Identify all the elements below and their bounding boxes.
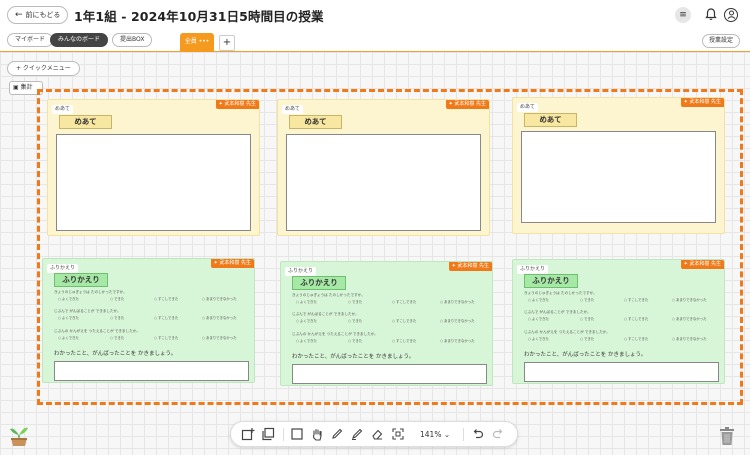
review-card[interactable]: ふりかえり ✦ 武本和樹 先生 ふりかえり きょうのじゅぎょうは たのしかったで… xyxy=(512,259,725,384)
tab-all-members[interactable]: 全員 ••• xyxy=(180,33,214,52)
question-2: じぶんで がんばることが できましたか。 xyxy=(292,312,359,316)
goal-card[interactable]: めあて ✦ 武本和樹 先生 めあて xyxy=(512,97,725,234)
writing-prompt: わかったこと、がんばったことを かきましょう。 xyxy=(524,352,647,358)
question-1: きょうのじゅぎょうは たのしかったですか。 xyxy=(292,293,365,297)
question-1: きょうのじゅぎょうは たのしかったですか。 xyxy=(54,290,127,294)
chevron-down-icon: ⌄ xyxy=(443,430,451,439)
review-title: ふりかえり xyxy=(54,273,108,287)
pen-icon[interactable] xyxy=(330,427,344,441)
submit-box-button[interactable]: 提出BOX xyxy=(112,33,153,47)
select-icon[interactable] xyxy=(290,427,304,441)
my-board-button[interactable]: マイボード xyxy=(7,33,54,47)
class-settings-button[interactable]: 授業設定 xyxy=(702,34,741,48)
everyone-board-button[interactable]: みんなのボード xyxy=(50,33,109,47)
goal-writing-area[interactable] xyxy=(521,131,716,223)
question-3: じぶんの かんがえを つたえることが できましたか。 xyxy=(524,330,610,334)
review-card[interactable]: ふりかえり ✦ 武本和樹 先生 ふりかえり きょうのじゅぎょうは たのしかったで… xyxy=(42,258,255,383)
add-card-icon[interactable] xyxy=(241,427,255,441)
question-2: じぶんで がんばることが できましたか。 xyxy=(524,310,591,314)
goal-card[interactable]: めあて ✦ 武本和樹 先生 めあて xyxy=(277,99,490,236)
teacher-badge: ✦ 武本和樹 先生 xyxy=(448,262,492,271)
options-row[interactable]: よくできたできたすこしできたあまりできなかった xyxy=(524,317,719,322)
card-tag: ふりかえり xyxy=(517,265,549,274)
question-3: じぶんの かんがえを つたえることが できましたか。 xyxy=(54,329,140,333)
capture-icon[interactable] xyxy=(391,427,405,441)
question-3: じぶんの かんがえを つたえることが できましたか。 xyxy=(292,332,378,336)
goal-title: めあて xyxy=(59,115,112,129)
options-row[interactable]: よくできたできたすこしできたあまりできなかった xyxy=(54,297,249,302)
writing-prompt: わかったこと、がんばったことを かきましょう。 xyxy=(54,351,177,357)
options-row[interactable]: よくできたできたすこしできたあまりできなかった xyxy=(292,339,487,344)
card-tag: めあて xyxy=(282,105,303,114)
options-row[interactable]: よくできたできたすこしできたあまりできなかった xyxy=(292,319,487,324)
goal-writing-area[interactable] xyxy=(56,134,251,231)
card-tag: ふりかえり xyxy=(47,264,79,273)
teacher-badge: ✦ 武本和樹 先生 xyxy=(445,100,489,109)
answer-box[interactable] xyxy=(292,364,487,384)
options-row[interactable]: よくできたできたすこしできたあまりできなかった xyxy=(54,336,249,341)
teacher-badge: ✦ 武本和樹 先生 xyxy=(680,98,724,107)
quick-menu-button[interactable]: + クイックメニュー xyxy=(7,61,80,76)
board-tab-bar: マイボード みんなのボード 提出BOX 全員 ••• + 授業設定 xyxy=(0,30,750,52)
eraser-icon[interactable] xyxy=(370,427,384,441)
answer-box[interactable] xyxy=(524,362,719,382)
hand-icon[interactable] xyxy=(310,427,324,441)
undo-icon[interactable] xyxy=(471,427,485,441)
options-row[interactable]: よくできたできたすこしできたあまりできなかった xyxy=(54,316,249,321)
options-row[interactable]: よくできたできたすこしできたあまりできなかった xyxy=(524,298,719,303)
review-title: ふりかえり xyxy=(292,276,346,290)
page-title: 1年1組 - 2024年10月31日5時間目の授業 xyxy=(74,9,324,24)
teacher-badge: ✦ 武本和樹 先生 xyxy=(210,259,254,268)
writing-prompt: わかったこと、がんばったことを かきましょう。 xyxy=(292,354,415,360)
redo-icon[interactable] xyxy=(491,427,505,441)
review-card[interactable]: ふりかえり ✦ 武本和樹 先生 ふりかえり きょうのじゅぎょうは たのしかったで… xyxy=(280,261,493,386)
options-row[interactable]: よくできたできたすこしできたあまりできなかった xyxy=(524,337,719,342)
goal-writing-area[interactable] xyxy=(286,134,481,231)
options-row[interactable]: よくできたできたすこしできたあまりできなかった xyxy=(292,300,487,305)
bell-icon[interactable] xyxy=(704,8,718,22)
question-1: きょうのじゅぎょうは たのしかったですか。 xyxy=(524,291,597,295)
card-tag: めあて xyxy=(517,103,538,112)
back-button[interactable]: ← 前にもどる xyxy=(7,6,69,24)
question-2: じぶんで がんばることが できましたか。 xyxy=(54,309,121,313)
duplicate-icon[interactable] xyxy=(261,427,275,441)
teacher-badge: ✦ 武本和樹 先生 xyxy=(215,100,259,109)
goal-title: めあて xyxy=(289,115,342,129)
menu-icon[interactable]: ≡ xyxy=(675,7,691,23)
goal-card[interactable]: めあて ✦ 武本和樹 先生 めあて xyxy=(47,99,260,236)
app-header: ← 前にもどる 1年1組 - 2024年10月31日5時間目の授業 ≡ xyxy=(0,0,750,30)
teacher-badge: ✦ 武本和樹 先生 xyxy=(680,260,724,269)
plant-icon xyxy=(8,423,30,447)
arrow-left-icon: ← xyxy=(15,10,23,20)
bottom-toolbar: 141% ⌄ xyxy=(230,421,518,447)
zoom-select[interactable]: 141% ⌄ xyxy=(420,428,450,441)
trash-icon[interactable] xyxy=(718,426,736,446)
user-account-icon[interactable] xyxy=(724,8,738,22)
card-tag: ふりかえり xyxy=(285,267,317,276)
answer-box[interactable] xyxy=(54,361,249,381)
goal-title: めあて xyxy=(524,113,577,127)
card-tag: めあて xyxy=(52,105,73,114)
add-tab-button[interactable]: + xyxy=(219,35,235,51)
tally-icon: ▣ xyxy=(13,84,19,91)
marker-icon[interactable] xyxy=(350,427,364,441)
review-title: ふりかえり xyxy=(524,274,578,288)
